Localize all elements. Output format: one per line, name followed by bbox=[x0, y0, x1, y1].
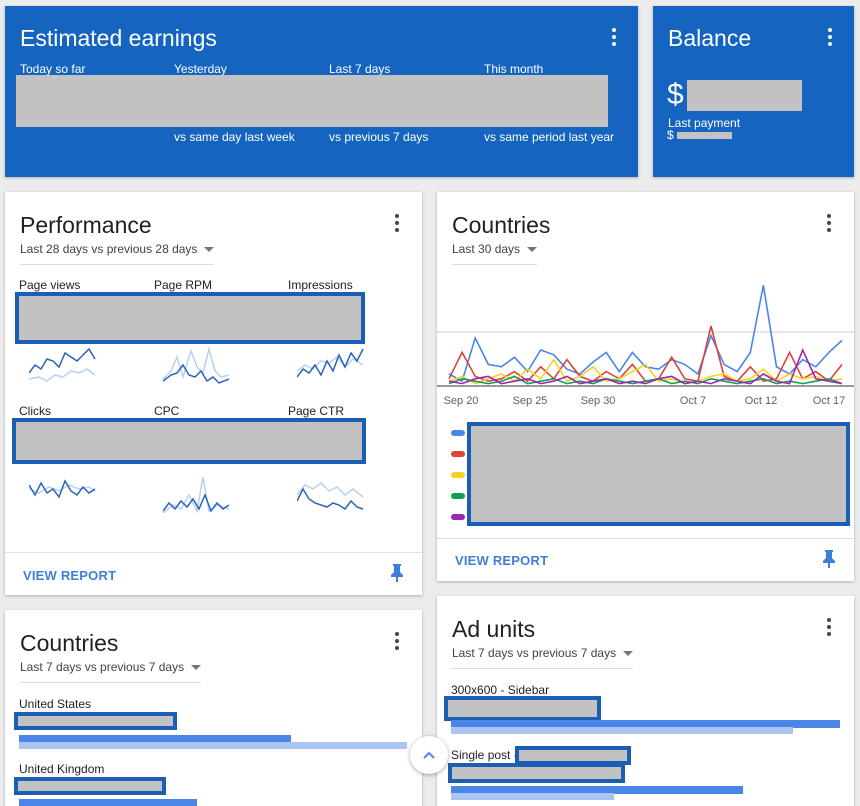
ad-units-range-label: Last 7 days vs previous 7 days bbox=[452, 646, 617, 660]
metric-clicks: Clicks bbox=[19, 404, 51, 418]
label-this-month: This month bbox=[484, 62, 544, 76]
earnings-more-icon[interactable] bbox=[611, 28, 617, 46]
legend-dot-red bbox=[451, 451, 465, 457]
chart-x-tick-label: Oct 7 bbox=[680, 395, 706, 407]
metric-page-ctr: Page CTR bbox=[288, 404, 345, 418]
country-name: United States bbox=[19, 697, 92, 711]
country-bar-current bbox=[19, 799, 197, 806]
sparkline-clicks bbox=[29, 479, 96, 499]
ad-unit-name: Single post - bbox=[451, 748, 518, 762]
earnings-values-redacted bbox=[16, 75, 608, 127]
country-value-redacted bbox=[14, 777, 166, 795]
balance-value-redacted bbox=[687, 80, 802, 111]
comparison-this-month: vs same period last year bbox=[484, 130, 615, 144]
label-last7: Last 7 days bbox=[329, 62, 391, 76]
legend-dot-yellow bbox=[451, 472, 465, 478]
performance-card: Performance Last 28 days vs previous 28 … bbox=[5, 192, 422, 595]
last-payment-label: Last payment bbox=[668, 116, 741, 130]
performance-range-dropdown[interactable]: Last 28 days vs previous 28 days bbox=[20, 242, 215, 265]
ad-unit-bar-previous bbox=[451, 793, 614, 800]
country-name: United Kingdom bbox=[19, 762, 105, 776]
legend-dot-purple bbox=[451, 514, 465, 520]
countries-list-range-dropdown[interactable]: Last 7 days vs previous 7 days bbox=[20, 660, 202, 683]
label-yesterday: Yesterday bbox=[174, 62, 227, 76]
legend-dot-green bbox=[451, 493, 465, 499]
label-today: Today so far bbox=[20, 62, 86, 76]
chart-x-tick-label: Oct 12 bbox=[745, 395, 777, 407]
countries-chart-range-dropdown[interactable]: Last 30 days bbox=[452, 242, 538, 265]
country-bar-previous bbox=[19, 742, 407, 749]
ad-unit-value-redacted bbox=[444, 696, 601, 721]
metrics-row2-redacted bbox=[12, 418, 366, 464]
estimated-earnings-title: Estimated earnings bbox=[20, 25, 217, 51]
balance-title: Balance bbox=[668, 25, 752, 51]
balance-card: Balance $ Last payment $ bbox=[653, 6, 854, 177]
countries-list-title: Countries bbox=[20, 630, 119, 656]
sparkline-impressions bbox=[297, 348, 364, 378]
chevron-down-icon bbox=[527, 247, 538, 253]
balance-more-icon[interactable] bbox=[827, 28, 833, 46]
sparkline-page-rpm bbox=[163, 347, 230, 384]
metric-impressions: Impressions bbox=[288, 278, 353, 292]
chevron-up-icon bbox=[423, 751, 435, 759]
chevron-down-icon bbox=[623, 651, 634, 657]
comparison-last7: vs previous 7 days bbox=[329, 130, 429, 144]
chart-x-tick-label: Sep 20 bbox=[444, 395, 479, 407]
performance-range-label: Last 28 days vs previous 28 days bbox=[20, 242, 198, 256]
countries-chart-footer-divider bbox=[437, 538, 854, 539]
ad-units-title: Ad units bbox=[452, 616, 536, 642]
ad-units-more-icon[interactable] bbox=[826, 618, 832, 636]
chart-series-line bbox=[448, 325, 843, 383]
metric-page-views: Page views bbox=[19, 278, 81, 292]
chart-x-tick-label: Sep 30 bbox=[581, 395, 616, 407]
countries-chart-more-icon[interactable] bbox=[826, 214, 832, 232]
metric-cpc: CPC bbox=[154, 404, 180, 418]
comparison-yesterday: vs same day last week bbox=[174, 130, 295, 144]
ad-unit-value-redacted bbox=[448, 763, 625, 783]
chevron-down-icon bbox=[191, 665, 202, 671]
pin-icon[interactable] bbox=[390, 564, 404, 582]
chevron-down-icon bbox=[204, 247, 215, 253]
pin-icon[interactable] bbox=[822, 550, 836, 568]
performance-view-report-link[interactable]: VIEW REPORT bbox=[23, 568, 116, 583]
sparkline-page-ctr bbox=[297, 482, 364, 511]
countries-legend-redacted bbox=[467, 422, 850, 526]
countries-chart-title: Countries bbox=[452, 212, 551, 238]
balance-currency: $ bbox=[667, 78, 684, 111]
countries-list-more-icon[interactable] bbox=[394, 632, 400, 650]
countries-list-card: Countries Last 7 days vs previous 7 days… bbox=[5, 610, 422, 806]
countries-chart-card: Countries Last 30 days Sep 20 Sep 25 Sep 3… bbox=[437, 192, 854, 581]
last-payment-redacted bbox=[677, 132, 732, 139]
countries-view-report-link[interactable]: VIEW REPORT bbox=[455, 553, 548, 568]
performance-footer-divider bbox=[5, 552, 422, 553]
countries-chart-range-label: Last 30 days bbox=[452, 242, 521, 256]
ad-unit-bar-previous bbox=[451, 727, 793, 734]
sparkline-page-views bbox=[29, 347, 96, 382]
legend-dot-blue bbox=[451, 430, 465, 436]
last-payment-currency: $ bbox=[667, 128, 674, 142]
performance-title: Performance bbox=[20, 212, 152, 238]
country-value-redacted bbox=[14, 712, 177, 730]
ad-unit-name: 300x600 - Sidebar bbox=[451, 683, 550, 697]
metric-page-rpm: Page RPM bbox=[154, 278, 213, 292]
chart-x-tick-label: Sep 25 bbox=[513, 395, 548, 407]
metrics-row1-redacted bbox=[15, 292, 365, 344]
sparkline-cpc bbox=[163, 476, 230, 514]
ad-units-range-dropdown[interactable]: Last 7 days vs previous 7 days bbox=[452, 646, 634, 669]
ad-units-card: Ad units Last 7 days vs previous 7 days … bbox=[437, 596, 854, 806]
countries-line-chart: Sep 20 Sep 25 Sep 30 Oct 7 Oct 12 Oct 17 bbox=[437, 285, 854, 407]
scroll-to-top-button[interactable] bbox=[410, 736, 448, 774]
countries-list-range-label: Last 7 days vs previous 7 days bbox=[20, 660, 185, 674]
performance-more-icon[interactable] bbox=[394, 214, 400, 232]
chart-x-tick-label: Oct 17 bbox=[813, 395, 845, 407]
estimated-earnings-card: Estimated earnings Today so far Yesterda… bbox=[5, 6, 638, 177]
